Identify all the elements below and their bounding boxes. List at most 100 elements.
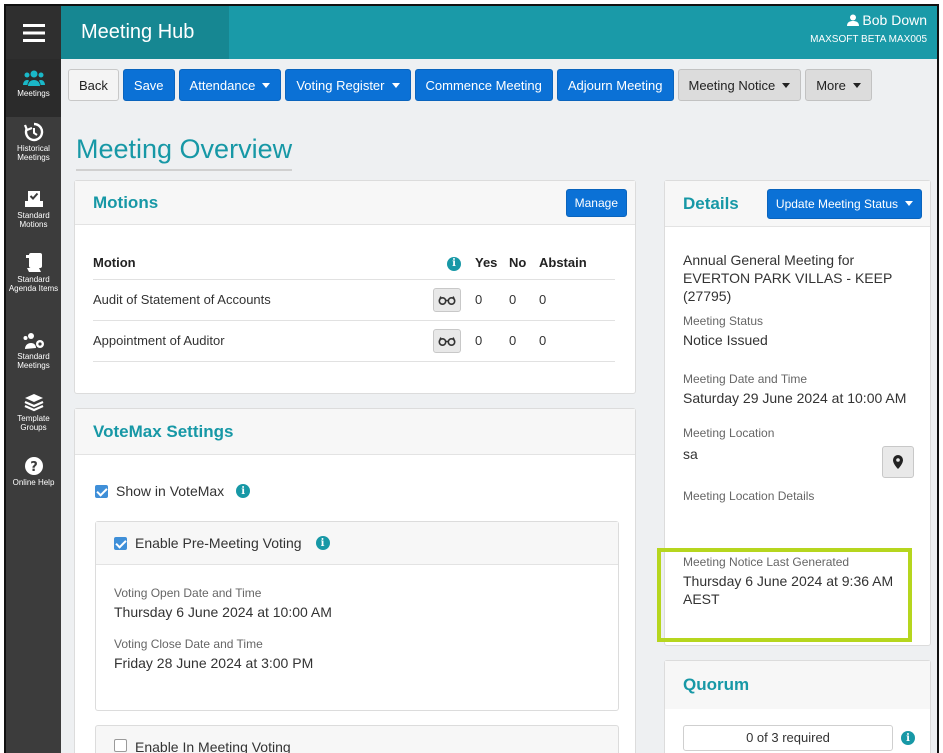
info-icon[interactable]: i — [447, 256, 461, 271]
update-status-label: Update Meeting Status — [775, 196, 898, 211]
users-gear-icon — [23, 333, 44, 349]
commence-label: Commence Meeting — [425, 77, 542, 93]
more-dropdown[interactable]: More — [805, 69, 872, 101]
user-menu[interactable]: Bob Down MAXSOFT BETA MAX005 — [810, 12, 927, 45]
map-location-button[interactable] — [882, 446, 914, 478]
in-meeting-voting-checkbox[interactable] — [114, 739, 127, 752]
voting-close-value: Friday 28 June 2024 at 3:00 PM — [114, 655, 314, 671]
sidebar-item-standard-motions[interactable]: Standard Motions — [6, 189, 61, 229]
meeting-location-label: Meeting Location — [683, 426, 775, 440]
motions-card: Motions Manage Motion i Yes No Abstain A… — [74, 180, 636, 394]
col-motion: Motion — [93, 246, 433, 280]
in-meeting-voting-panel: Enable In Meeting Voting — [95, 725, 619, 753]
col-no: No — [509, 246, 539, 280]
glasses-icon — [438, 336, 456, 346]
col-info: i — [433, 246, 475, 280]
map-pin-icon — [893, 455, 903, 469]
sidebar-item-standard-agenda-items[interactable]: Standard Agenda Items — [6, 251, 61, 293]
app-window: Meetings Historical Meetings Standard Mo… — [4, 4, 939, 753]
commence-meeting-button[interactable]: Commence Meeting — [414, 69, 553, 101]
sidebar-item-label: Standard Motions — [17, 211, 50, 229]
attendance-label: Attendance — [189, 77, 256, 93]
manage-button[interactable]: Manage — [565, 188, 627, 217]
view-cell — [433, 320, 475, 362]
menu-toggle-button[interactable] — [6, 6, 61, 59]
col-abstain: Abstain — [539, 246, 615, 280]
save-label: Save — [133, 77, 164, 93]
votemax-settings-card: VoteMax Settings Show in VoteMax i Enabl… — [74, 408, 636, 753]
back-button[interactable]: Back — [68, 69, 119, 101]
manage-label: Manage — [574, 195, 618, 210]
users-icon — [22, 70, 45, 86]
sidebar-item-label: Meetings — [17, 89, 50, 98]
user-org: MAXSOFT BETA MAX005 — [810, 34, 927, 45]
voting-dates: Voting Open Date and Time Thursday 6 Jun… — [96, 565, 618, 672]
meeting-datetime-value: Saturday 29 June 2024 at 10:00 AM — [683, 390, 907, 406]
yes-count: 0 — [475, 320, 509, 362]
table-row: Appointment of Auditor 0 0 0 — [93, 320, 615, 362]
caret-down-icon — [905, 201, 913, 206]
hamburger-icon — [22, 23, 45, 42]
quorum-title: Quorum — [683, 675, 750, 694]
sidebar-item-online-help[interactable]: ? Online Help — [6, 456, 61, 487]
show-in-votemax-checkbox[interactable] — [95, 484, 108, 498]
svg-text:?: ? — [30, 460, 38, 475]
col-yes: Yes — [475, 246, 509, 280]
view-motion-button[interactable] — [433, 287, 461, 312]
save-button[interactable]: Save — [122, 69, 175, 101]
meeting-datetime-label: Meeting Date and Time — [683, 372, 808, 386]
sidebar-item-label: Standard Agenda Items — [8, 275, 59, 293]
voting-register-dropdown[interactable]: Voting Register — [285, 69, 411, 101]
ballot-icon — [24, 191, 43, 207]
user-name-row: Bob Down — [810, 12, 927, 28]
abstain-count: 0 — [539, 279, 615, 321]
show-in-votemax-row: Show in VoteMax i — [95, 483, 251, 499]
pre-meeting-voting-checkbox[interactable] — [114, 536, 127, 550]
sidebar-item-historical-meetings[interactable]: Historical Meetings — [6, 122, 61, 162]
in-meeting-voting-label: Enable In Meeting Voting — [135, 739, 291, 753]
layers-icon — [24, 394, 43, 412]
info-icon[interactable]: i — [315, 536, 330, 550]
motions-card-header: Motions Manage — [75, 181, 635, 225]
caret-down-icon — [782, 82, 791, 88]
history-icon — [23, 122, 43, 142]
votemax-card-header: VoteMax Settings — [75, 409, 635, 455]
caret-down-icon — [391, 82, 400, 88]
voting-open-label: Voting Open Date and Time — [114, 586, 262, 600]
meeting-notice-dropdown[interactable]: Meeting Notice — [677, 69, 802, 101]
left-sidebar: Meetings Historical Meetings Standard Mo… — [6, 6, 61, 753]
meeting-name: Annual General Meeting for EVERTON PARK … — [683, 252, 893, 304]
meeting-notice-label: Meeting Notice — [688, 77, 776, 93]
sidebar-item-meetings[interactable]: Meetings — [6, 59, 61, 117]
voting-open-value: Thursday 6 June 2024 at 10:00 AM — [114, 604, 332, 620]
info-icon[interactable]: i — [901, 731, 915, 745]
adjourn-meeting-button[interactable]: Adjourn Meeting — [556, 69, 674, 101]
abstain-count: 0 — [539, 320, 615, 362]
caret-down-icon — [852, 82, 861, 88]
motions-table: Motion i Yes No Abstain Audit of Stateme… — [93, 246, 615, 362]
meeting-status-label: Meeting Status — [683, 314, 764, 328]
pre-meeting-voting-panel: Enable Pre-Meeting Voting i Voting Open … — [95, 521, 619, 711]
sidebar-item-label: Historical Meetings — [17, 144, 50, 162]
glasses-icon — [438, 295, 456, 305]
motion-name: Audit of Statement of Accounts — [93, 279, 433, 321]
highlight-box — [657, 548, 912, 642]
table-header-row: Motion i Yes No Abstain — [93, 246, 615, 280]
app-brand[interactable]: Meeting Hub — [61, 6, 229, 59]
pre-meeting-voting-header: Enable Pre-Meeting Voting i — [96, 522, 618, 565]
info-icon[interactable]: i — [236, 484, 251, 498]
view-cell — [433, 279, 475, 321]
update-meeting-status-dropdown[interactable]: Update Meeting Status — [766, 188, 922, 219]
sidebar-item-standard-meetings[interactable]: Standard Meetings — [6, 332, 61, 370]
attendance-dropdown[interactable]: Attendance — [178, 69, 282, 101]
sidebar-item-template-groups[interactable]: Template Groups — [6, 392, 61, 432]
votemax-title: VoteMax Settings — [93, 421, 234, 441]
sidebar-item-label: Standard Meetings — [17, 352, 50, 370]
user-name: Bob Down — [862, 12, 927, 28]
pre-meeting-voting-label: Enable Pre-Meeting Voting — [135, 535, 302, 551]
table-row: Audit of Statement of Accounts 0 0 0 — [93, 279, 615, 321]
more-label: More — [816, 77, 846, 93]
top-header: Meeting Hub Bob Down MAXSOFT BETA MAX005 — [61, 6, 937, 59]
voting-close-label: Voting Close Date and Time — [114, 637, 263, 651]
view-motion-button[interactable] — [433, 328, 461, 353]
